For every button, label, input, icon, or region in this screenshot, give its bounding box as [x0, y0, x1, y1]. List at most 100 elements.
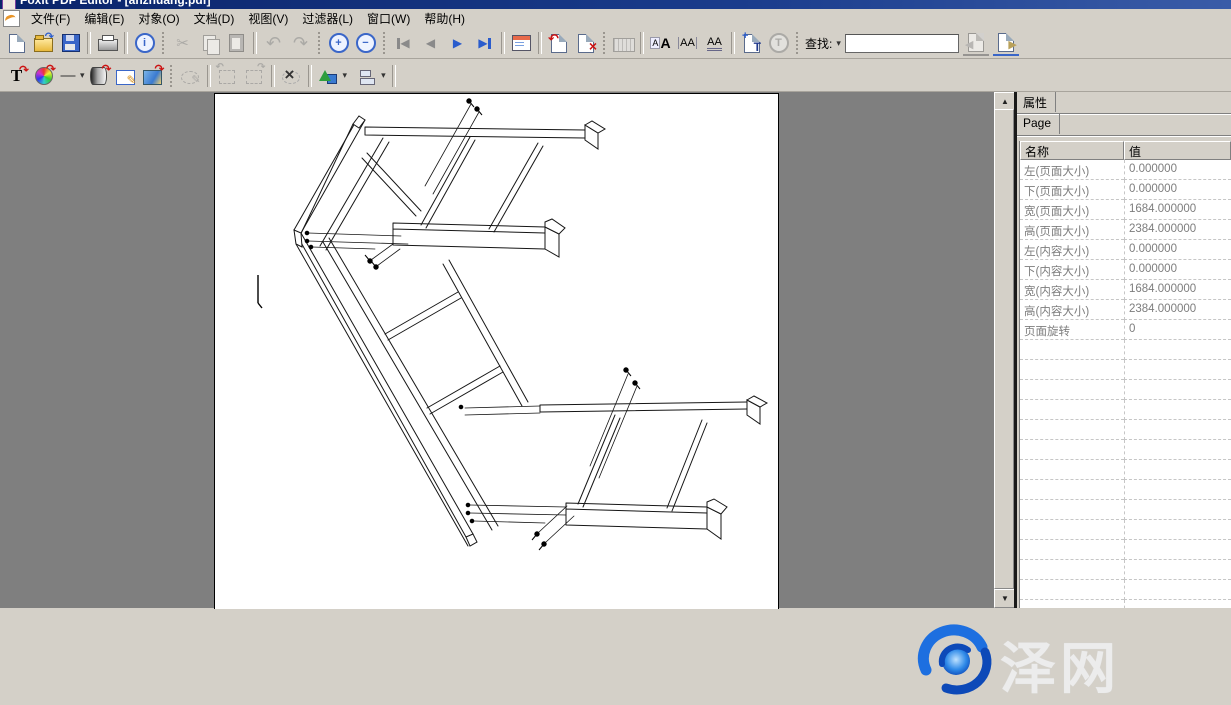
find-history-dropdown[interactable]: ▾	[836, 38, 841, 49]
add-text-button[interactable]: T+	[738, 30, 765, 56]
insert-shape-button[interactable]	[315, 63, 342, 89]
empty-row	[1020, 340, 1231, 360]
panel-title: 属性	[1017, 92, 1056, 112]
align-dropdown[interactable]: ▾	[381, 70, 386, 81]
find-label: 查找:	[805, 35, 832, 52]
delete-cross-icon: ×	[589, 38, 597, 54]
property-value-cell	[1124, 580, 1231, 600]
property-row[interactable]: 高(内容大小)2384.000000	[1020, 300, 1231, 320]
edit-image-button[interactable]: ✎	[112, 63, 139, 89]
toolbar-grip[interactable]	[169, 65, 174, 87]
replace-image-button[interactable]: ↷	[139, 63, 166, 89]
color-picker-button[interactable]: ↷	[30, 63, 57, 89]
property-value-cell	[1124, 380, 1231, 400]
new-document-button[interactable]	[3, 30, 30, 56]
previous-page-button[interactable]: ◀	[417, 30, 444, 56]
property-row[interactable]: 左(页面大小)0.000000	[1020, 160, 1231, 180]
property-row[interactable]: 宽(内容大小)1684.000000	[1020, 280, 1231, 300]
next-page-icon: ▶	[453, 37, 462, 49]
tab-page[interactable]: Page	[1017, 114, 1060, 134]
toolbar-grip[interactable]	[795, 32, 800, 54]
align-icon	[360, 69, 374, 83]
copy-button[interactable]	[196, 30, 223, 56]
menu-edit[interactable]: 编辑(E)	[77, 11, 131, 27]
document-menu-icon[interactable]	[3, 10, 20, 27]
property-name-cell	[1020, 420, 1124, 440]
first-page-button[interactable]: ◀	[390, 30, 417, 56]
empty-row	[1020, 360, 1231, 380]
open-button[interactable]: ↷	[30, 30, 57, 56]
empty-row	[1020, 380, 1231, 400]
toolbar-grip[interactable]	[602, 32, 607, 54]
keyboard-button[interactable]	[610, 30, 637, 56]
line-style-button[interactable]: —	[57, 63, 79, 89]
panel-title-row: 属性	[1017, 92, 1231, 114]
column-header-value[interactable]: 值	[1124, 141, 1231, 160]
property-name-cell	[1020, 460, 1124, 480]
vertical-scrollbar[interactable]: ▲ ▼	[994, 92, 1014, 608]
insert-shape-dropdown[interactable]: ▾	[343, 70, 348, 81]
menu-view[interactable]: 视图(V)	[241, 11, 295, 27]
rotate-object-right-button[interactable]: ↷	[241, 63, 268, 89]
align-button[interactable]	[353, 63, 380, 89]
property-value-cell	[1124, 360, 1231, 380]
find-previous-button[interactable]: ◀	[963, 30, 989, 56]
print-button[interactable]	[94, 30, 121, 56]
column-header-name[interactable]: 名称	[1020, 141, 1124, 160]
scrollbar-thumb[interactable]	[994, 109, 1014, 589]
page-layout-button[interactable]	[508, 30, 535, 56]
scroll-up-icon: ▲	[1001, 97, 1009, 106]
redo-button[interactable]: ↷	[287, 30, 314, 56]
cut-button[interactable]: ✂	[169, 30, 196, 56]
separator	[124, 32, 128, 54]
paste-button[interactable]	[223, 30, 250, 56]
last-page-button[interactable]: ▶	[471, 30, 498, 56]
menu-document[interactable]: 文档(D)	[187, 11, 242, 27]
scissors-icon: ✂	[176, 36, 189, 51]
next-page-button[interactable]: ▶	[444, 30, 471, 56]
scroll-down-button[interactable]: ▼	[994, 589, 1016, 608]
rotate-object-left-button[interactable]: ↶	[214, 63, 241, 89]
menu-help[interactable]: 帮助(H)	[417, 11, 472, 27]
word-spacing-button[interactable]: AA	[701, 30, 728, 56]
add-text-object-button[interactable]: T↷	[3, 63, 30, 89]
property-name-cell	[1020, 380, 1124, 400]
menu-file[interactable]: 文件(F)	[24, 11, 77, 27]
toolbar-grip[interactable]	[317, 32, 322, 54]
menu-object[interactable]: 对象(O)	[131, 11, 186, 27]
delete-object-button[interactable]: ×	[278, 63, 305, 89]
watermark-logo-icon	[916, 622, 998, 700]
menu-filter[interactable]: 过滤器(L)	[295, 11, 360, 27]
save-floppy-icon	[62, 34, 80, 52]
shading-button[interactable]: ↷	[85, 63, 112, 89]
add-text-t-icon: T	[754, 40, 761, 54]
find-next-button[interactable]: ▶	[993, 30, 1019, 56]
property-name-cell: 下(页面大小)	[1020, 180, 1124, 200]
undo-button[interactable]: ↶	[260, 30, 287, 56]
property-row[interactable]: 页面旋转0	[1020, 320, 1231, 340]
menu-window[interactable]: 窗口(W)	[360, 11, 417, 27]
save-button[interactable]	[57, 30, 84, 56]
char-spacing-button[interactable]: AA	[674, 30, 701, 56]
find-input[interactable]	[845, 34, 959, 53]
delete-page-button[interactable]: ×	[572, 30, 599, 56]
text-state-button[interactable]: T	[765, 30, 792, 56]
property-row[interactable]: 宽(页面大小)1684.000000	[1020, 200, 1231, 220]
pdf-page[interactable]	[214, 93, 779, 609]
property-row[interactable]: 下(内容大小)0.000000	[1020, 260, 1231, 280]
document-properties-button[interactable]: i	[131, 30, 158, 56]
toolbar-grip[interactable]	[161, 32, 166, 54]
lasso-pencil-icon: ✎	[191, 73, 200, 86]
zoom-out-button[interactable]: −	[352, 30, 379, 56]
replace-font-button[interactable]: AA	[647, 30, 674, 56]
insert-page-button[interactable]: ↶	[545, 30, 572, 56]
lasso-edit-button[interactable]: ✎	[177, 63, 204, 89]
property-row[interactable]: 高(页面大小)2384.000000	[1020, 220, 1231, 240]
property-row[interactable]: 左(内容大小)0.000000	[1020, 240, 1231, 260]
property-name-cell: 左(页面大小)	[1020, 160, 1124, 180]
zoom-in-button[interactable]: +	[325, 30, 352, 56]
property-value-cell	[1124, 420, 1231, 440]
toolbar-grip[interactable]	[382, 32, 387, 54]
property-row[interactable]: 下(页面大小)0.000000	[1020, 180, 1231, 200]
property-value-cell	[1124, 340, 1231, 360]
